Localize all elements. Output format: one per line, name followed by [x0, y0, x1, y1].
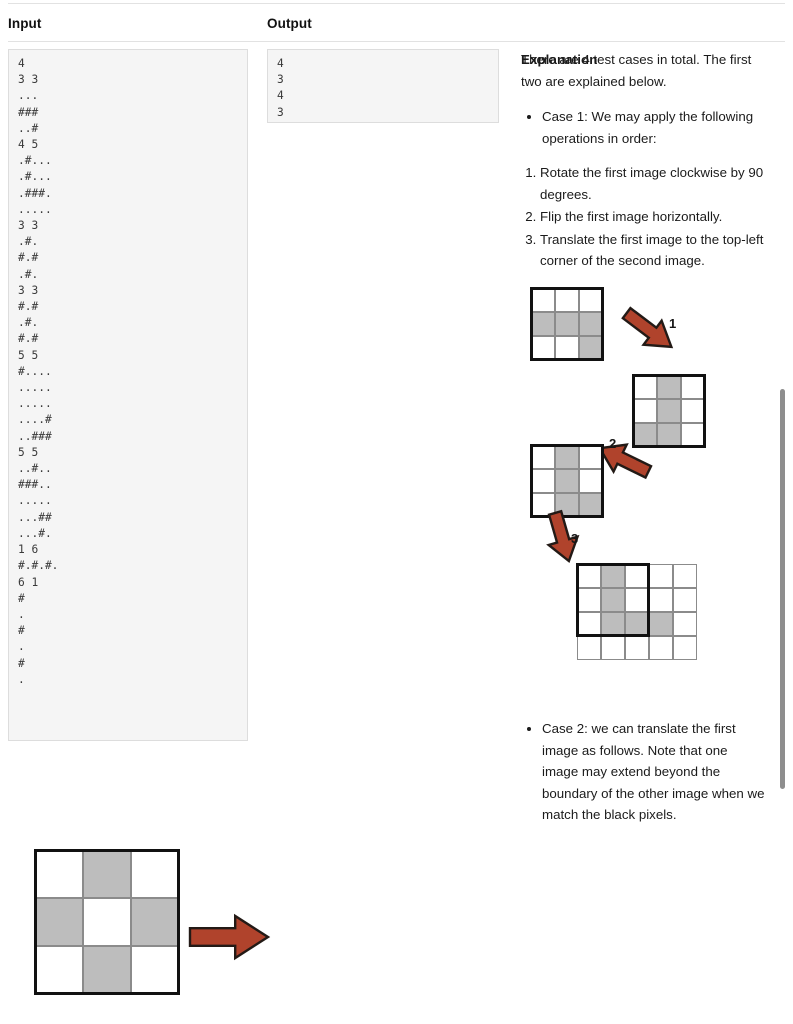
column-header-output: Output — [267, 16, 312, 31]
grid-cell — [579, 336, 603, 360]
page-root: Input Output Explanation 4 3 3 ... ### .… — [0, 0, 793, 1024]
case1-grid-rotated — [632, 374, 706, 448]
explanation-intro: There are 4 test cases in total. The fir… — [521, 52, 752, 89]
grid-cell — [35, 898, 83, 946]
grid-cell — [83, 946, 131, 994]
case1-grid-translated — [576, 563, 697, 660]
grid-cell — [555, 336, 579, 360]
grid-cell — [555, 469, 579, 493]
case1-figure: 1 2 3 — [521, 287, 765, 678]
case1-step-2: Flip the first image horizontally. — [540, 206, 765, 228]
case1-step-list: Rotate the first image clockwise by 90 d… — [521, 162, 765, 272]
grid-cell — [649, 636, 673, 660]
grid-cell — [577, 564, 601, 588]
grid-cell — [531, 445, 555, 469]
case1-grid-original — [530, 287, 604, 361]
grid-cell — [601, 564, 625, 588]
grid-cell — [555, 288, 579, 312]
case2-bullet-list: Case 2: we can translate the first image… — [521, 718, 765, 826]
grid-cell — [681, 375, 705, 399]
grid-cell — [577, 588, 601, 612]
grid-cell — [673, 636, 697, 660]
grid-cell — [633, 375, 657, 399]
grid-cell — [625, 564, 649, 588]
grid-cell — [601, 588, 625, 612]
grid-cell — [35, 850, 83, 898]
grid-cell — [657, 399, 681, 423]
grid-cell — [633, 399, 657, 423]
divider-under-header — [8, 41, 785, 42]
grid-cell — [579, 469, 603, 493]
grid-cell — [531, 312, 555, 336]
grid-cell — [673, 564, 697, 588]
case1-step-label-3: 3 — [571, 531, 579, 546]
case2-grid-overlap — [280, 850, 500, 1024]
case1-step-label-2: 2 — [609, 436, 617, 451]
grid-cell — [577, 612, 601, 636]
grid-cell — [555, 445, 579, 469]
grid-cell — [531, 336, 555, 360]
grid-cell — [555, 312, 579, 336]
grid-cell — [625, 636, 649, 660]
scrollbar-thumb[interactable] — [780, 389, 785, 789]
grid-cell — [579, 312, 603, 336]
grid-cell — [657, 423, 681, 447]
grid-cell — [131, 850, 179, 898]
grid-cell — [35, 946, 83, 994]
grid-cell — [577, 636, 601, 660]
explanation-text: There are 4 test cases in total. The fir… — [521, 49, 765, 273]
grid-cell — [601, 612, 625, 636]
grid-cell — [531, 288, 555, 312]
grid-cell — [649, 612, 673, 636]
case2-arrow-1 — [188, 913, 271, 961]
sample-input-block[interactable]: 4 3 3 ... ### ..# 4 5 .#... .#... .###. … — [8, 49, 248, 741]
sample-output-block[interactable]: 4 3 4 3 — [267, 49, 499, 123]
case1-bullet-list: Case 1: We may apply the following opera… — [521, 106, 765, 149]
page-scrollbar[interactable] — [779, 0, 793, 1024]
grid-cell — [649, 588, 673, 612]
grid-cell — [649, 564, 673, 588]
grid-cell — [131, 946, 179, 994]
grid-cell — [673, 612, 697, 636]
grid-cell — [681, 423, 705, 447]
grid-cell — [531, 469, 555, 493]
case1-grid-flipped — [530, 444, 604, 518]
grid-cell — [83, 898, 131, 946]
grid-cell — [625, 588, 649, 612]
case1-step-3: Translate the first image to the top-lef… — [540, 229, 765, 272]
grid-cell — [625, 612, 649, 636]
case1-step-label-1: 1 — [669, 316, 677, 331]
grid-cell — [131, 898, 179, 946]
grid-cell — [681, 399, 705, 423]
grid-cell — [657, 375, 681, 399]
case2-bullet: Case 2: we can translate the first image… — [542, 718, 765, 826]
case2-figure — [0, 840, 793, 1024]
grid-cell — [673, 588, 697, 612]
case1-step-1: Rotate the first image clockwise by 90 d… — [540, 162, 765, 205]
grid-cell — [83, 850, 131, 898]
case2-text: Case 2: we can translate the first image… — [521, 704, 765, 828]
grid-cell — [579, 493, 603, 517]
case1-bullet: Case 1: We may apply the following opera… — [542, 106, 765, 149]
grid-cell — [579, 288, 603, 312]
grid-cell — [633, 423, 657, 447]
grid-cell — [601, 636, 625, 660]
grid-cell — [579, 445, 603, 469]
column-header-input: Input — [8, 16, 42, 31]
divider-top — [8, 3, 785, 4]
case2-grid-first — [34, 849, 180, 995]
